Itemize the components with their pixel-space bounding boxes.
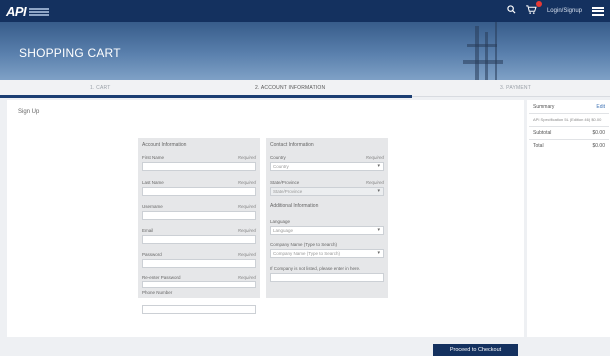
- email-input[interactable]: [142, 235, 256, 244]
- summary-header: Summary Edit: [533, 104, 605, 110]
- username-required: Required: [237, 204, 256, 209]
- last-name-input[interactable]: [142, 187, 256, 196]
- api-logo[interactable]: API: [6, 4, 50, 19]
- account-information-panel: Account Information First Name Required …: [138, 138, 260, 298]
- contact-information-title: Contact Information: [270, 142, 314, 148]
- summary-item: API Specification 5L (Edition 46) $0.00: [533, 117, 602, 122]
- search-icon[interactable]: [507, 5, 516, 17]
- username-label: Username: [142, 204, 163, 209]
- first-name-label: First Name: [142, 155, 165, 160]
- order-summary: Summary Edit API Specification 5L (Editi…: [527, 100, 610, 337]
- cart-badge: [535, 1, 542, 7]
- account-information-title: Account Information: [142, 142, 187, 148]
- total-label: Total: [533, 143, 544, 149]
- additional-information-title: Additional Information: [270, 203, 319, 209]
- email-label: Email: [142, 228, 154, 233]
- password-input[interactable]: [142, 259, 256, 268]
- language-label: Language: [270, 219, 291, 224]
- company-not-listed-label: If Company is not listed, please enter i…: [270, 266, 361, 271]
- first-name-required: Required: [237, 155, 256, 160]
- company-not-listed-input[interactable]: [270, 273, 384, 282]
- summary-divider: [529, 113, 609, 114]
- password-required: Required: [237, 252, 256, 257]
- summary-title: Summary: [533, 104, 555, 110]
- reenter-password-input[interactable]: [142, 281, 256, 288]
- state-province-select-value: State/Province: [273, 189, 303, 194]
- page-title: SHOPPING CART: [19, 46, 121, 60]
- subtotal-label: Subtotal: [533, 130, 552, 136]
- step-progress-bar: [0, 95, 412, 98]
- cart-icon[interactable]: [526, 1, 542, 17]
- state-province-label: State/Province: [270, 180, 300, 185]
- country-select[interactable]: Country ▾: [270, 162, 384, 171]
- phone-number-input[interactable]: [142, 305, 256, 314]
- reenter-password-label: Re-enter Password: [142, 275, 181, 280]
- logo-mark: API: [6, 4, 27, 19]
- summary-subtotal-row: Subtotal $0.00: [533, 130, 605, 136]
- last-name-label: Last Name: [142, 180, 164, 185]
- summary-divider: [529, 139, 609, 140]
- country-required: Required: [365, 155, 384, 160]
- top-nav: API Login/Signup: [0, 0, 610, 22]
- state-province-required: Required: [365, 180, 384, 185]
- reenter-password-required: Required: [237, 275, 256, 280]
- hero-banner: SHOPPING CART: [0, 22, 610, 80]
- subtotal-value: $0.00: [592, 130, 605, 136]
- country-label: Country: [270, 155, 286, 160]
- total-value: $0.00: [592, 143, 605, 149]
- summary-total-row: Total $0.00: [533, 143, 605, 149]
- language-select-value: Language: [273, 228, 294, 233]
- step-cart[interactable]: 1. CART: [90, 85, 110, 91]
- proceed-to-checkout-button[interactable]: Proceed to Checkout: [433, 344, 518, 356]
- email-required: Required: [237, 228, 256, 233]
- state-province-select[interactable]: State/Province ▾: [270, 187, 384, 196]
- username-input[interactable]: [142, 211, 256, 220]
- company-name-label: Company Name (Type to Search): [270, 242, 338, 247]
- edit-cart-link[interactable]: Edit: [596, 104, 605, 110]
- step-payment: 3. PAYMENT: [500, 85, 531, 91]
- signup-title: Sign Up: [18, 109, 40, 115]
- chevron-down-icon: ▾: [377, 250, 380, 256]
- last-name-required: Required: [237, 180, 256, 185]
- signup-panel: Sign Up Account Information First Name R…: [7, 100, 524, 356]
- chevron-down-icon: ▾: [377, 188, 380, 194]
- company-name-select-value: Company Name (Type to Search): [273, 251, 341, 256]
- contact-information-panel: Contact Information Country Required Cou…: [266, 138, 388, 298]
- logo-wordmark: [29, 7, 50, 16]
- summary-divider: [529, 126, 609, 127]
- language-select[interactable]: Language ▾: [270, 226, 384, 235]
- country-select-value: Country: [273, 164, 289, 169]
- login-signup-link[interactable]: Login/Signup: [547, 8, 582, 14]
- offshore-rig-image: [455, 22, 510, 80]
- password-label: Password: [142, 252, 162, 257]
- chevron-down-icon: ▾: [377, 163, 380, 169]
- company-name-select[interactable]: Company Name (Type to Search) ▾: [270, 249, 384, 258]
- phone-number-label: Phone Number: [142, 290, 173, 295]
- chevron-down-icon: ▾: [377, 227, 380, 233]
- hamburger-menu-icon[interactable]: [592, 6, 604, 16]
- step-account-information: 2. ACCOUNT INFORMATION: [255, 85, 326, 91]
- first-name-input[interactable]: [142, 162, 256, 171]
